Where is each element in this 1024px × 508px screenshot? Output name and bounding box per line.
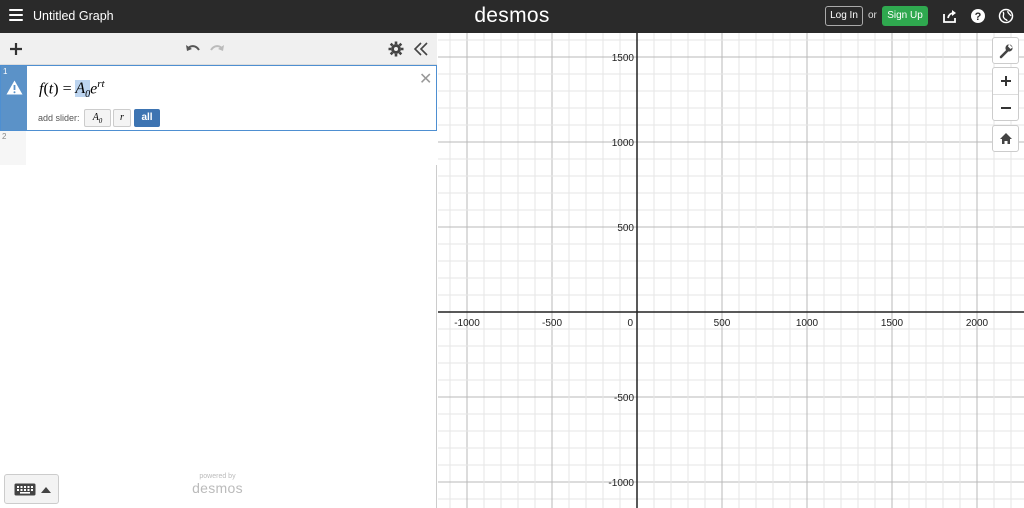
logo-text: desmos	[474, 4, 550, 27]
graph-canvas[interactable]: -1000 -500 0 500 1000 1500 2000 1500 1000 500 -500…	[438, 33, 1024, 508]
top-bar: Untitled Graph desmos Log In or Sign Up …	[0, 0, 1024, 33]
help-icon[interactable]: ?	[970, 8, 986, 24]
login-button[interactable]: Log In	[825, 6, 863, 26]
expression-row-1[interactable]: 1 f(t) = A0ert ✕ add slider: A0 r all	[0, 65, 437, 131]
add-icon[interactable]	[7, 40, 25, 58]
expression-index: 2	[2, 132, 7, 141]
expression-row-2[interactable]: 2	[0, 131, 437, 165]
powered-by-desmos[interactable]: powered by desmos	[180, 473, 255, 496]
powered-by-label: powered by	[199, 473, 236, 480]
caret-up-icon	[41, 487, 51, 493]
warning-icon[interactable]	[6, 80, 23, 95]
x-tick-label: -500	[542, 318, 562, 329]
menu-icon[interactable]	[9, 9, 23, 21]
x-tick-label: -1000	[454, 318, 480, 329]
default-viewport-button[interactable]	[992, 125, 1019, 152]
add-slider-r-button[interactable]: r	[113, 109, 131, 127]
add-slider-label: add slider:	[38, 113, 80, 123]
x-tick-label: 0	[627, 318, 633, 329]
add-slider-a0-button[interactable]: A0	[84, 109, 111, 127]
globe-icon[interactable]	[998, 8, 1014, 24]
signup-button[interactable]: Sign Up	[882, 6, 928, 26]
add-slider-all-button[interactable]: all	[134, 109, 160, 127]
redo-icon[interactable]	[208, 40, 226, 58]
y-tick-label: 1000	[612, 138, 635, 149]
collapse-panel-icon[interactable]	[412, 40, 430, 58]
wrench-icon	[999, 44, 1013, 59]
y-tick-label: 500	[617, 223, 634, 234]
zoom-out-icon[interactable]	[1000, 102, 1012, 114]
expression-gutter: 1	[1, 66, 27, 130]
delete-expression-icon[interactable]: ✕	[419, 69, 432, 89]
formula-exponent: rt	[97, 78, 105, 90]
x-tick-label: 1000	[796, 318, 819, 329]
x-tick-label: 2000	[966, 318, 989, 329]
x-tick-label: 1500	[881, 318, 904, 329]
keyboard-icon	[14, 483, 36, 496]
y-tick-label: -1000	[608, 478, 634, 489]
or-label: or	[868, 10, 877, 21]
formula-coef: A0	[75, 80, 91, 101]
expression-formula[interactable]: f(t) = A0ert	[39, 78, 105, 101]
undo-icon[interactable]	[184, 40, 202, 58]
expression-panel: 1 f(t) = A0ert ✕ add slider: A0 r all 2	[0, 33, 437, 508]
zoom-in-icon[interactable]	[1000, 75, 1012, 87]
settings-gear-icon[interactable]	[387, 40, 405, 58]
graph-settings-button[interactable]	[992, 37, 1019, 64]
graph-title[interactable]: Untitled Graph	[33, 9, 114, 23]
expression-gutter: 2	[0, 131, 26, 165]
y-tick-label: 1500	[612, 53, 635, 64]
x-tick-label: 500	[714, 318, 731, 329]
expression-index: 1	[3, 67, 8, 76]
zoom-controls	[992, 67, 1019, 121]
share-icon[interactable]	[942, 8, 958, 24]
powered-by-logo: desmos	[192, 480, 243, 496]
y-tick-label: -500	[614, 393, 634, 404]
expression-toolbar	[0, 33, 437, 65]
svg-text:?: ?	[975, 11, 982, 23]
keyboard-toggle-button[interactable]	[4, 474, 59, 504]
home-icon	[1000, 133, 1012, 144]
graph-grid[interactable]: -1000 -500 0 500 1000 1500 2000 1500 1000 500 -500…	[438, 33, 1024, 508]
